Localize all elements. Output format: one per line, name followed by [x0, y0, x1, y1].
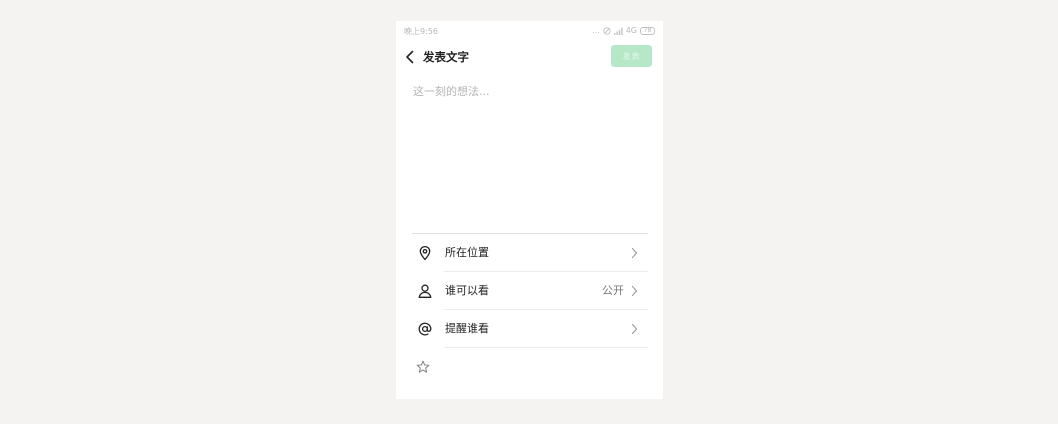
chevron-left-icon[interactable] — [404, 50, 416, 64]
signal-icon — [613, 27, 623, 35]
option-label: 所在位置 — [445, 246, 489, 259]
status-bar: 晚上9:56 ... 4G 78 — [396, 21, 663, 41]
option-label: 提醒谁看 — [445, 322, 489, 335]
network-type: 4G — [625, 26, 637, 35]
row-divider — [444, 347, 648, 348]
status-dots: ... — [592, 26, 600, 35]
chevron-right-icon — [631, 247, 638, 259]
option-label: 谁可以看 — [445, 284, 489, 297]
location-pin-icon — [419, 246, 431, 261]
at-sign-icon — [418, 322, 432, 336]
chevron-right-icon — [631, 323, 638, 335]
phone-screen: 晚上9:56 ... 4G 78 发表文字 发表 这一刻的想法... 所在位置 … — [396, 21, 663, 399]
nav-bar: 发表文字 发表 — [396, 43, 663, 71]
publish-button[interactable]: 发表 — [611, 45, 652, 67]
star-icon[interactable] — [416, 360, 430, 374]
battery-icon: 78 — [640, 26, 655, 35]
option-mention[interactable]: 提醒谁看 — [412, 310, 648, 348]
person-icon — [418, 284, 432, 298]
chevron-right-icon — [631, 285, 638, 297]
post-text-input[interactable] — [413, 83, 645, 223]
status-indicators: ... 4G 78 — [592, 26, 655, 35]
option-location[interactable]: 所在位置 — [412, 234, 648, 272]
status-time: 晚上9:56 — [404, 27, 438, 36]
battery-level: 78 — [643, 26, 652, 34]
alarm-icon — [603, 26, 611, 35]
page-title: 发表文字 — [423, 50, 469, 64]
option-visibility[interactable]: 谁可以看 公开 — [412, 272, 648, 310]
option-value: 公开 — [602, 284, 624, 297]
